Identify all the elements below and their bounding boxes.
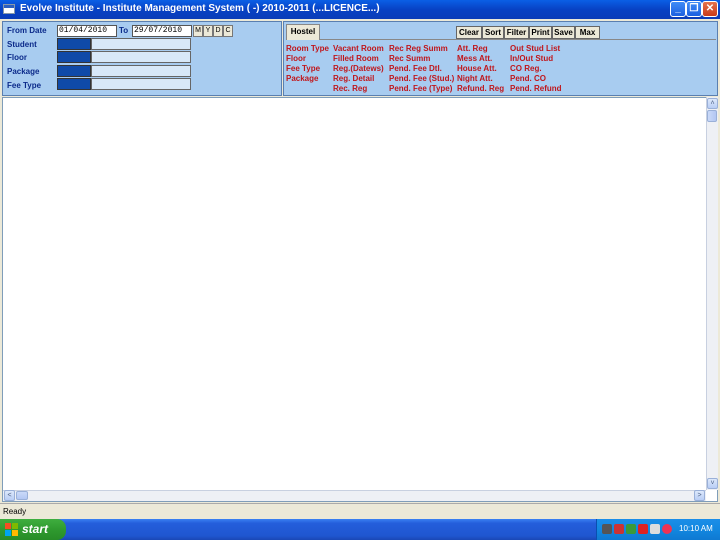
network-icon[interactable] — [602, 524, 612, 534]
floor-name-field[interactable] — [91, 51, 191, 63]
floor-code-field[interactable] — [57, 51, 91, 63]
close-button[interactable]: ✕ — [702, 1, 718, 17]
windows-logo-icon — [5, 523, 18, 536]
fee-type-name-field[interactable] — [91, 78, 191, 90]
report-room-type[interactable]: Room Type — [286, 44, 329, 53]
print-button[interactable]: Print — [529, 26, 552, 39]
report-pend-refund[interactable]: Pend. Refund — [510, 84, 562, 93]
vertical-scrollbar[interactable] — [706, 97, 718, 490]
system-tray: 10:10 AM — [596, 519, 720, 540]
status-bar: Ready — [0, 503, 720, 519]
security-icon[interactable] — [614, 524, 624, 534]
report-rec-summ[interactable]: Rec Summ — [389, 54, 430, 63]
report-night-att[interactable]: Night Att. — [457, 74, 493, 83]
package-label: Package — [7, 67, 40, 76]
fee-type-label: Fee Type — [7, 81, 42, 90]
antivirus-icon[interactable] — [638, 524, 648, 534]
clear-button[interactable]: Clear — [456, 26, 482, 39]
vertical-scroll-thumb[interactable] — [707, 110, 717, 122]
minimize-button[interactable]: _ — [670, 1, 686, 17]
to-date-field[interactable]: 29/07/2010 — [132, 25, 192, 37]
window-title: Evolve Institute - Institute Management … — [20, 3, 380, 14]
year-button[interactable]: Y — [203, 25, 213, 37]
report-house-att[interactable]: House Att. — [457, 64, 497, 73]
status-text: Ready — [3, 507, 27, 516]
horizontal-scroll-thumb[interactable] — [16, 491, 28, 500]
max-button[interactable]: Max — [575, 26, 600, 39]
start-button[interactable]: start — [0, 519, 66, 540]
taskbar: start 10:10 AM — [0, 519, 720, 540]
title-bar: Evolve Institute - Institute Management … — [0, 0, 720, 19]
tab-hostel[interactable]: Hostel — [286, 24, 320, 40]
student-code-field[interactable] — [57, 38, 91, 50]
report-rec-reg[interactable]: Rec. Reg — [333, 84, 367, 93]
report-filled-room[interactable]: Filled Room — [333, 54, 379, 63]
scroll-right-icon[interactable]: > — [694, 490, 705, 501]
report-vacant-room[interactable]: Vacant Room — [333, 44, 384, 53]
scroll-down-icon[interactable]: ˅ — [707, 478, 718, 489]
from-date-label: From Date — [7, 26, 47, 35]
fee-type-code-field[interactable] — [57, 78, 91, 90]
report-co-reg[interactable]: CO Reg. — [510, 64, 542, 73]
volume-icon[interactable] — [650, 524, 660, 534]
report-mess-att[interactable]: Mess Att. — [457, 54, 492, 63]
alert-icon[interactable] — [662, 524, 672, 534]
package-code-field[interactable] — [57, 65, 91, 77]
report-refund-reg[interactable]: Refund. Reg — [457, 84, 504, 93]
package-name-field[interactable] — [91, 65, 191, 77]
tab-divider — [320, 39, 716, 40]
save-button[interactable]: Save — [552, 26, 575, 39]
report-pend-fee-dtl[interactable]: Pend. Fee Dtl. — [389, 64, 442, 73]
scroll-left-icon[interactable]: < — [4, 490, 15, 501]
report-panel: Hostel Clear Sort Filter Print Save Max … — [283, 21, 718, 96]
report-pend-fee-type[interactable]: Pend. Fee (Type) — [389, 84, 452, 93]
taskbar-clock[interactable]: 10:10 AM — [679, 524, 713, 533]
filter-panel: From Date 01/04/2010 To 29/07/2010 M Y D… — [2, 21, 282, 96]
report-pend-fee-stud[interactable]: Pend. Fee (Stud.) — [389, 74, 454, 83]
to-date-label: To — [119, 26, 129, 35]
student-name-field[interactable] — [91, 38, 191, 50]
horizontal-scrollbar[interactable] — [3, 490, 706, 501]
update-icon[interactable] — [626, 524, 636, 534]
day-button[interactable]: D — [213, 25, 223, 37]
restore-button[interactable]: ❐ — [686, 1, 702, 17]
report-rec-reg-summ[interactable]: Rec Reg Summ — [389, 44, 448, 53]
from-date-field[interactable]: 01/04/2010 — [57, 25, 117, 37]
custom-button[interactable]: C — [223, 25, 233, 37]
report-floor[interactable]: Floor — [286, 54, 306, 63]
report-in-out-stud[interactable]: In/Out Stud — [510, 54, 553, 63]
month-button[interactable]: M — [193, 25, 203, 37]
report-reg-datewise[interactable]: Reg.(Datews) — [333, 64, 384, 73]
report-output-area[interactable] — [2, 97, 718, 502]
report-out-stud-list[interactable]: Out Stud List — [510, 44, 560, 53]
app-window-icon[interactable] — [3, 4, 15, 14]
report-reg-detail[interactable]: Reg. Detail — [333, 74, 374, 83]
report-att-reg[interactable]: Att. Reg — [457, 44, 488, 53]
filter-button[interactable]: Filter — [504, 26, 529, 39]
start-label: start — [22, 522, 49, 536]
report-package[interactable]: Package — [286, 74, 318, 83]
report-pend-co[interactable]: Pend. CO — [510, 74, 546, 83]
scroll-up-icon[interactable]: ˄ — [707, 98, 718, 109]
report-fee-type[interactable]: Fee Type — [286, 64, 320, 73]
student-label: Student — [7, 40, 37, 49]
sort-button[interactable]: Sort — [482, 26, 504, 39]
floor-label: Floor — [7, 53, 27, 62]
